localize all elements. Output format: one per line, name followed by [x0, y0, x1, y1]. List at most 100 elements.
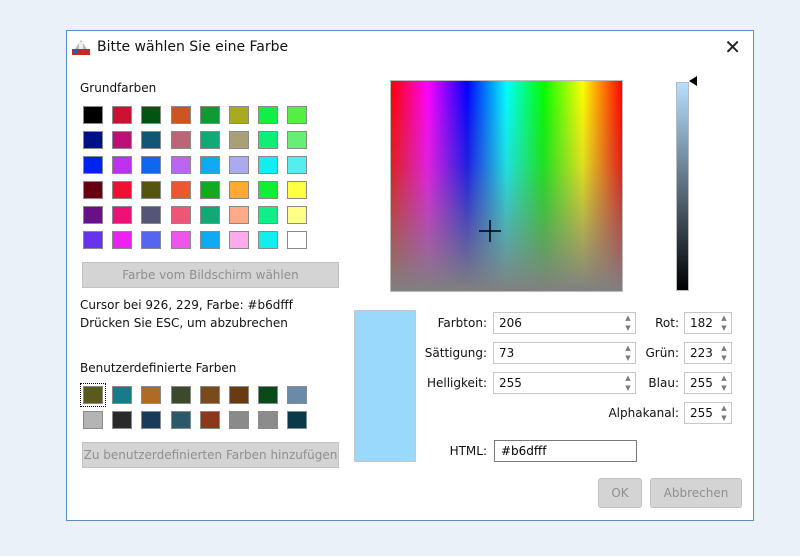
basic-color-swatch[interactable] — [258, 181, 279, 199]
basic-color-swatch[interactable] — [287, 206, 308, 224]
basic-color-swatch[interactable] — [258, 206, 279, 224]
saturation-spinbox[interactable]: ▲▼ — [493, 342, 636, 364]
green-down-icon[interactable]: ▼ — [717, 353, 731, 363]
hue-down-icon[interactable]: ▼ — [621, 323, 635, 333]
basic-color-swatch[interactable] — [83, 131, 103, 149]
custom-color-swatch[interactable] — [199, 386, 220, 404]
basic-color-swatch[interactable] — [170, 181, 191, 199]
basic-color-swatch[interactable] — [170, 206, 191, 224]
basic-color-swatch[interactable] — [141, 106, 162, 124]
blue-up-icon[interactable]: ▲ — [717, 373, 731, 383]
saturation-down-icon[interactable]: ▼ — [621, 353, 635, 363]
green-input[interactable] — [685, 343, 719, 363]
basic-color-swatch[interactable] — [287, 131, 308, 149]
basic-color-swatch[interactable] — [258, 231, 279, 249]
alpha-down-icon[interactable]: ▼ — [717, 413, 731, 423]
basic-color-swatch[interactable] — [112, 181, 133, 199]
basic-color-swatch[interactable] — [141, 206, 162, 224]
basic-color-swatch[interactable] — [112, 131, 133, 149]
basic-color-swatch[interactable] — [170, 231, 191, 249]
brightness-up-icon[interactable]: ▲ — [621, 373, 635, 383]
red-input[interactable] — [685, 313, 719, 333]
custom-color-swatch[interactable] — [112, 411, 133, 429]
ok-button[interactable]: OK — [598, 478, 642, 508]
basic-color-swatch[interactable] — [287, 156, 308, 174]
brightness-spinbox[interactable]: ▲▼ — [493, 372, 636, 394]
basic-color-swatch[interactable] — [229, 206, 249, 224]
basic-color-swatch[interactable] — [229, 231, 249, 249]
red-spinbox[interactable]: ▲▼ — [684, 312, 732, 334]
alpha-input[interactable] — [685, 403, 719, 423]
html-field[interactable] — [494, 440, 637, 462]
custom-color-swatch[interactable] — [229, 386, 249, 404]
basic-color-swatch[interactable] — [112, 206, 133, 224]
custom-color-swatch[interactable] — [170, 411, 191, 429]
basic-color-swatch[interactable] — [83, 231, 103, 249]
basic-color-swatch[interactable] — [229, 181, 249, 199]
basic-color-swatch[interactable] — [258, 131, 279, 149]
blue-down-icon[interactable]: ▼ — [717, 383, 731, 393]
custom-color-swatch[interactable] — [287, 411, 308, 429]
brightness-down-icon[interactable]: ▼ — [621, 383, 635, 393]
pick-screen-color-button[interactable]: Farbe vom Bildschirm wählen — [82, 262, 339, 288]
basic-color-swatch[interactable] — [199, 206, 220, 224]
basic-color-swatch[interactable] — [83, 181, 103, 199]
green-spinbox[interactable]: ▲▼ — [684, 342, 732, 364]
basic-color-swatch[interactable] — [199, 131, 220, 149]
basic-color-swatch[interactable] — [229, 106, 249, 124]
basic-color-swatch[interactable] — [170, 156, 191, 174]
basic-color-swatch[interactable] — [112, 156, 133, 174]
alpha-spinbox[interactable]: ▲▼ — [684, 402, 732, 424]
blue-spinbox[interactable]: ▲▼ — [684, 372, 732, 394]
basic-color-swatch[interactable] — [83, 206, 103, 224]
slider-handle-icon[interactable] — [689, 76, 697, 86]
basic-color-swatch[interactable] — [83, 106, 103, 124]
basic-color-swatch[interactable] — [287, 106, 308, 124]
basic-color-swatch[interactable] — [258, 106, 279, 124]
custom-color-swatch[interactable] — [141, 411, 162, 429]
red-down-icon[interactable]: ▼ — [717, 323, 731, 333]
basic-color-swatch[interactable] — [199, 181, 220, 199]
alpha-up-icon[interactable]: ▲ — [717, 403, 731, 413]
hue-spinbox[interactable]: ▲▼ — [493, 312, 636, 334]
custom-color-swatch[interactable] — [170, 386, 191, 404]
custom-color-swatch[interactable] — [258, 386, 279, 404]
basic-color-swatch[interactable] — [170, 106, 191, 124]
close-icon[interactable]: ✕ — [724, 35, 741, 59]
basic-color-swatch[interactable] — [141, 181, 162, 199]
basic-color-swatch[interactable] — [287, 181, 308, 199]
basic-color-swatch[interactable] — [112, 106, 133, 124]
basic-color-swatch[interactable] — [141, 156, 162, 174]
luminance-slider[interactable] — [676, 82, 689, 291]
custom-color-swatch[interactable] — [258, 411, 279, 429]
custom-color-swatch[interactable] — [287, 386, 308, 404]
brightness-input[interactable] — [494, 373, 619, 393]
custom-color-swatch[interactable] — [112, 386, 133, 404]
basic-color-swatch[interactable] — [258, 156, 279, 174]
basic-color-swatch[interactable] — [112, 231, 133, 249]
basic-color-swatch[interactable] — [170, 131, 191, 149]
custom-color-swatch[interactable] — [80, 383, 106, 407]
basic-color-swatch[interactable] — [229, 131, 249, 149]
basic-color-swatch[interactable] — [141, 231, 162, 249]
hue-saturation-picker[interactable] — [390, 80, 623, 292]
custom-color-swatch[interactable] — [141, 386, 162, 404]
custom-color-swatch[interactable] — [229, 411, 249, 429]
green-up-icon[interactable]: ▲ — [717, 343, 731, 353]
custom-color-swatch[interactable] — [199, 411, 220, 429]
blue-input[interactable] — [685, 373, 719, 393]
basic-color-swatch[interactable] — [199, 156, 220, 174]
custom-color-swatch[interactable] — [83, 411, 103, 429]
basic-color-swatch[interactable] — [199, 106, 220, 124]
saturation-input[interactable] — [494, 343, 619, 363]
basic-color-swatch[interactable] — [287, 231, 308, 249]
basic-color-swatch[interactable] — [199, 231, 220, 249]
cancel-button[interactable]: Abbrechen — [650, 478, 742, 508]
add-custom-color-button[interactable]: Zu benutzerdefinierten Farben hinzufügen — [82, 442, 339, 468]
basic-color-swatch[interactable] — [83, 156, 103, 174]
basic-color-swatch[interactable] — [229, 156, 249, 174]
saturation-up-icon[interactable]: ▲ — [621, 343, 635, 353]
html-input[interactable] — [495, 441, 636, 461]
basic-color-swatch[interactable] — [141, 131, 162, 149]
hue-input[interactable] — [494, 313, 619, 333]
